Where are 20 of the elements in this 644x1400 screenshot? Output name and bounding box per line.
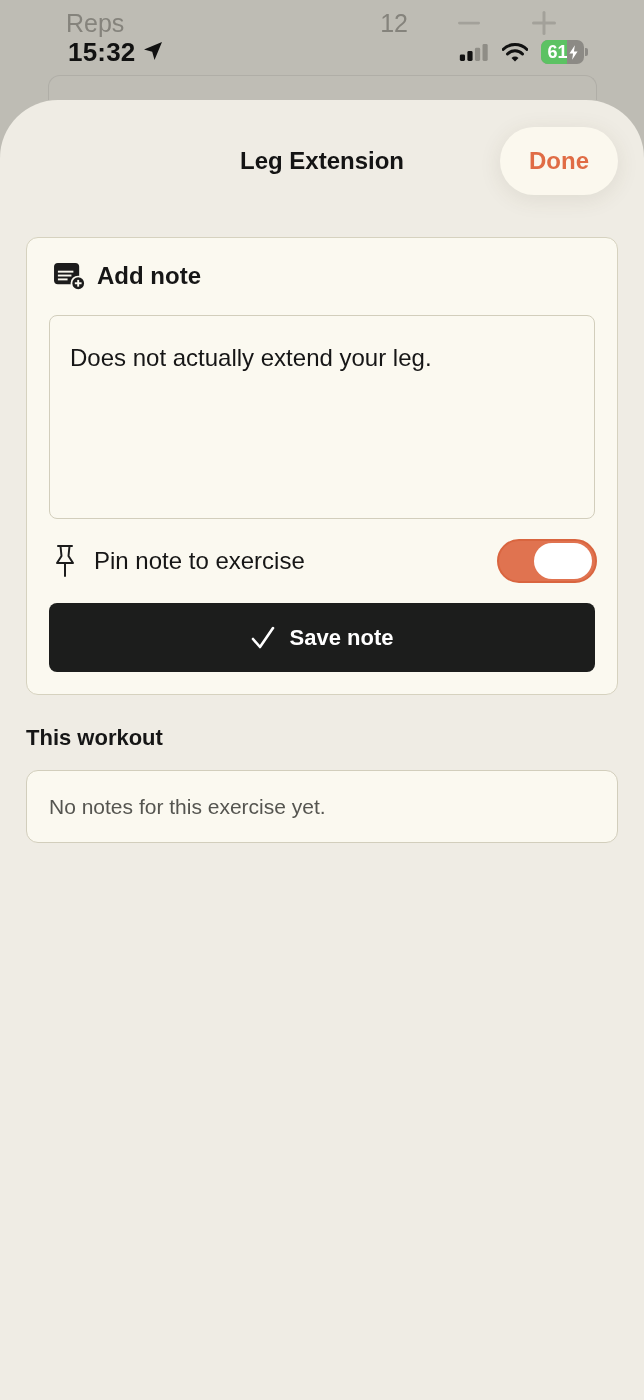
pin-note-label: Pin note to exercise: [94, 547, 305, 575]
status-time: 15:32: [68, 36, 136, 68]
wifi-icon: [502, 42, 528, 62]
save-note-label: Save note: [289, 624, 394, 651]
save-note-button[interactable]: Save note: [49, 603, 595, 672]
reps-label: Reps: [66, 8, 126, 38]
add-note-title: Add note: [97, 262, 201, 290]
pin-toggle[interactable]: [497, 539, 597, 583]
note-text-field[interactable]: Does not actually extend your leg.: [49, 315, 595, 519]
location-arrow-icon: [142, 41, 163, 61]
signal-icon: [459, 43, 489, 61]
empty-notes-message: No notes for this exercise yet.: [49, 794, 326, 819]
note-add-icon: [53, 261, 86, 291]
pushpin-icon: [53, 544, 77, 578]
section-heading: This workout: [26, 725, 164, 751]
checkmark-icon: [250, 625, 275, 650]
reps-value: 12: [380, 8, 408, 38]
battery-percent: 61: [547, 42, 568, 62]
sheet-title: Leg Extension: [240, 147, 404, 175]
plus-icon: [532, 11, 556, 35]
